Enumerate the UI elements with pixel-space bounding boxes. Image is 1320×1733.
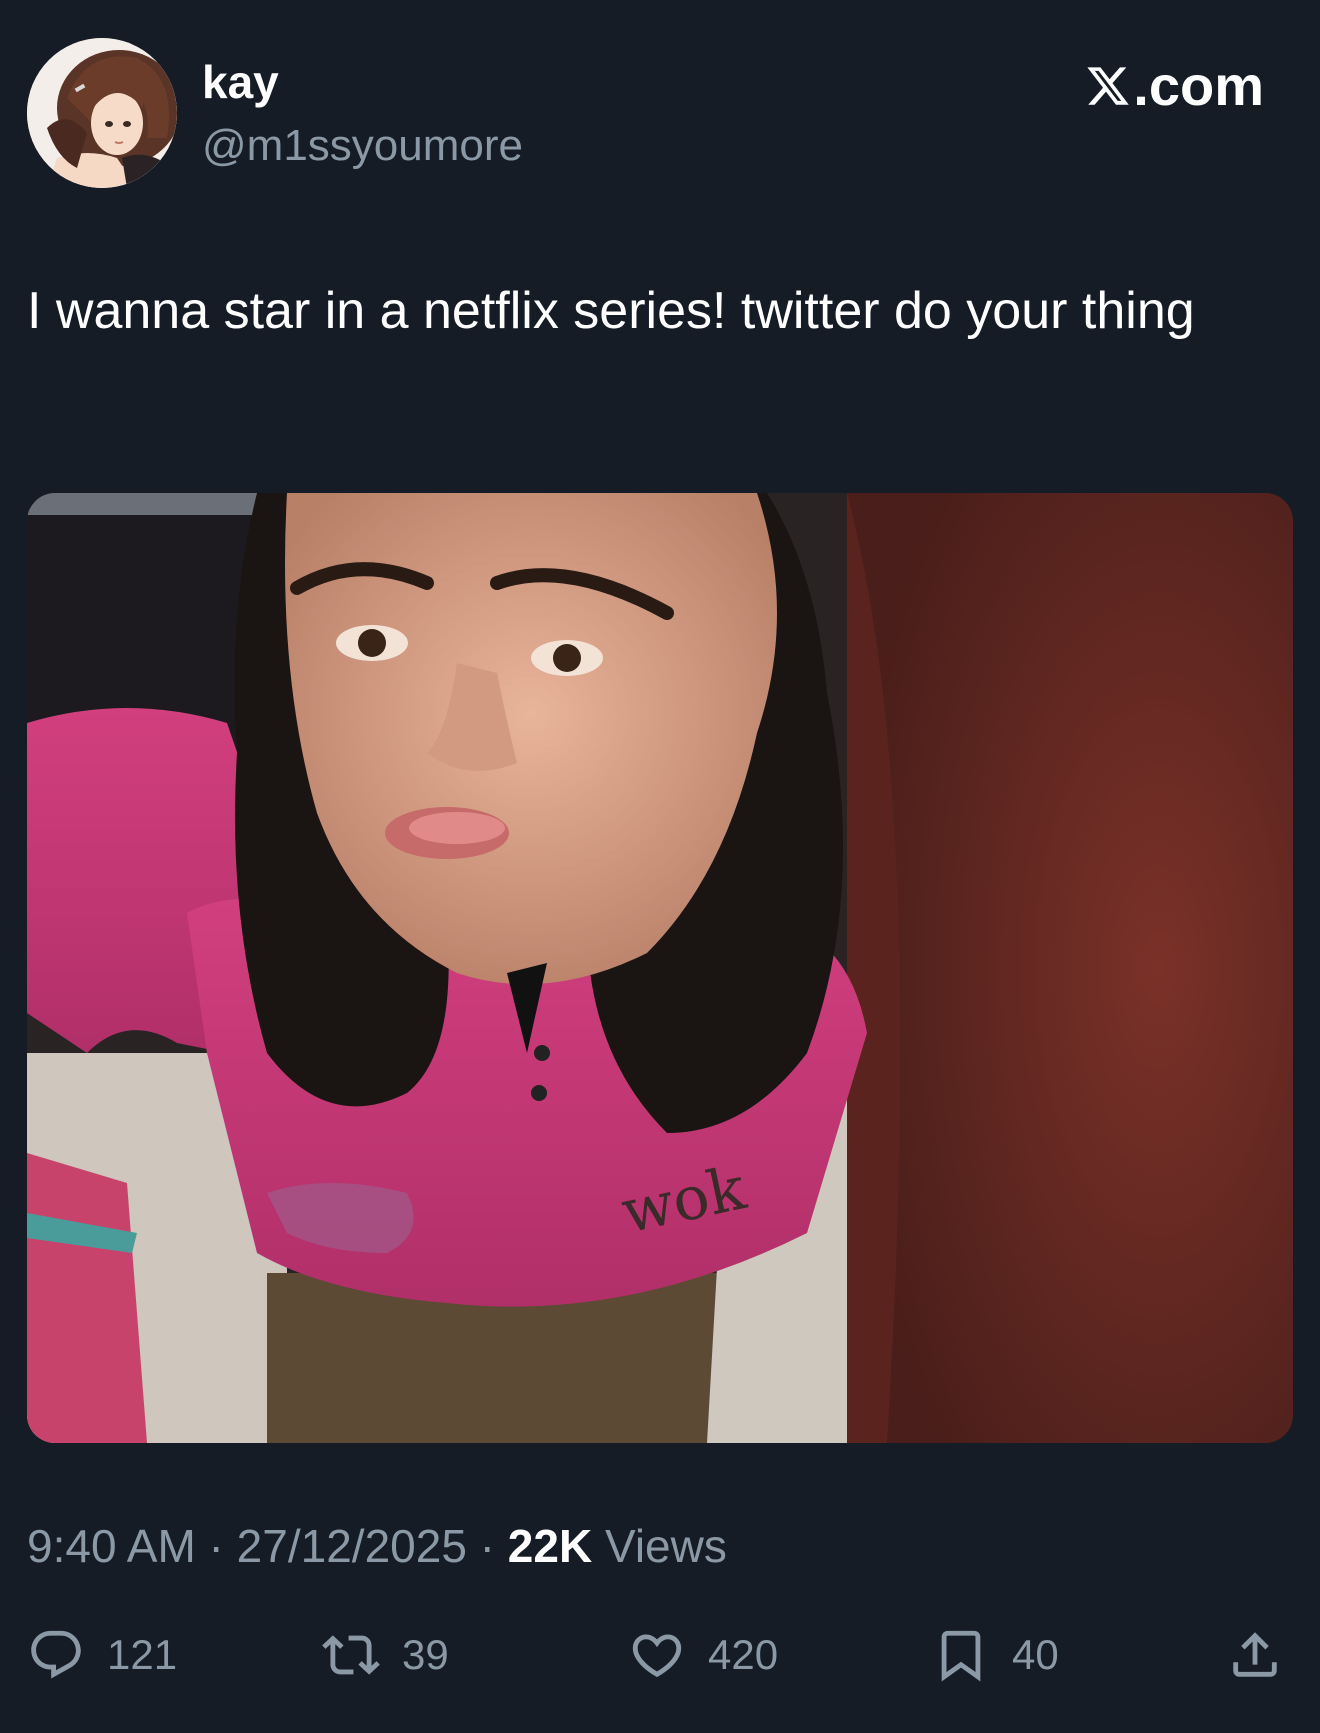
avatar[interactable] <box>27 38 177 188</box>
display-name[interactable]: kay <box>202 54 279 110</box>
x-logo-icon <box>1087 67 1130 105</box>
x-brand: .com <box>1085 54 1264 118</box>
reply-count: 121 <box>107 1631 178 1678</box>
bookmark-count: 40 <box>1012 1631 1059 1678</box>
views-count: 22K <box>507 1520 593 1572</box>
reply-button[interactable]: 121 <box>27 1620 177 1690</box>
tweet-header: kay @m1ssyoumore .com <box>0 0 1320 200</box>
meta-separator: · <box>195 1520 237 1572</box>
meta-separator: · <box>466 1520 508 1572</box>
bookmark-button[interactable]: 40 <box>932 1620 1059 1690</box>
retweet-count: 39 <box>402 1631 449 1678</box>
like-button[interactable]: 420 <box>628 1620 778 1690</box>
tweet-text: I wanna star in a netflix series! twitte… <box>27 282 1195 340</box>
share-button[interactable] <box>1226 1620 1284 1690</box>
share-icon <box>1233 1632 1277 1677</box>
user-handle[interactable]: @m1ssyoumore <box>202 118 523 174</box>
anime-avatar-image <box>27 38 177 188</box>
like-count: 420 <box>708 1631 779 1678</box>
selfie-photo-image: wok <box>27 493 1293 1443</box>
retweet-icon <box>322 1635 380 1675</box>
heart-icon <box>632 1634 682 1678</box>
bookmark-icon <box>941 1630 981 1682</box>
x-domain-suffix: .com <box>1133 54 1264 117</box>
reply-icon <box>31 1630 81 1679</box>
tweet-media[interactable]: wok <box>27 493 1293 1443</box>
retweet-button[interactable]: 39 <box>322 1620 449 1690</box>
tweet-time[interactable]: 9:40 AM <box>27 1520 196 1572</box>
tweet-meta: 9:40 AM · 27/12/2025 · 22K Views <box>27 1518 727 1574</box>
action-bar: 121 39 420 40 <box>0 1620 1320 1690</box>
tweet-date[interactable]: 27/12/2025 <box>237 1520 467 1572</box>
views-label: Views <box>592 1520 727 1572</box>
